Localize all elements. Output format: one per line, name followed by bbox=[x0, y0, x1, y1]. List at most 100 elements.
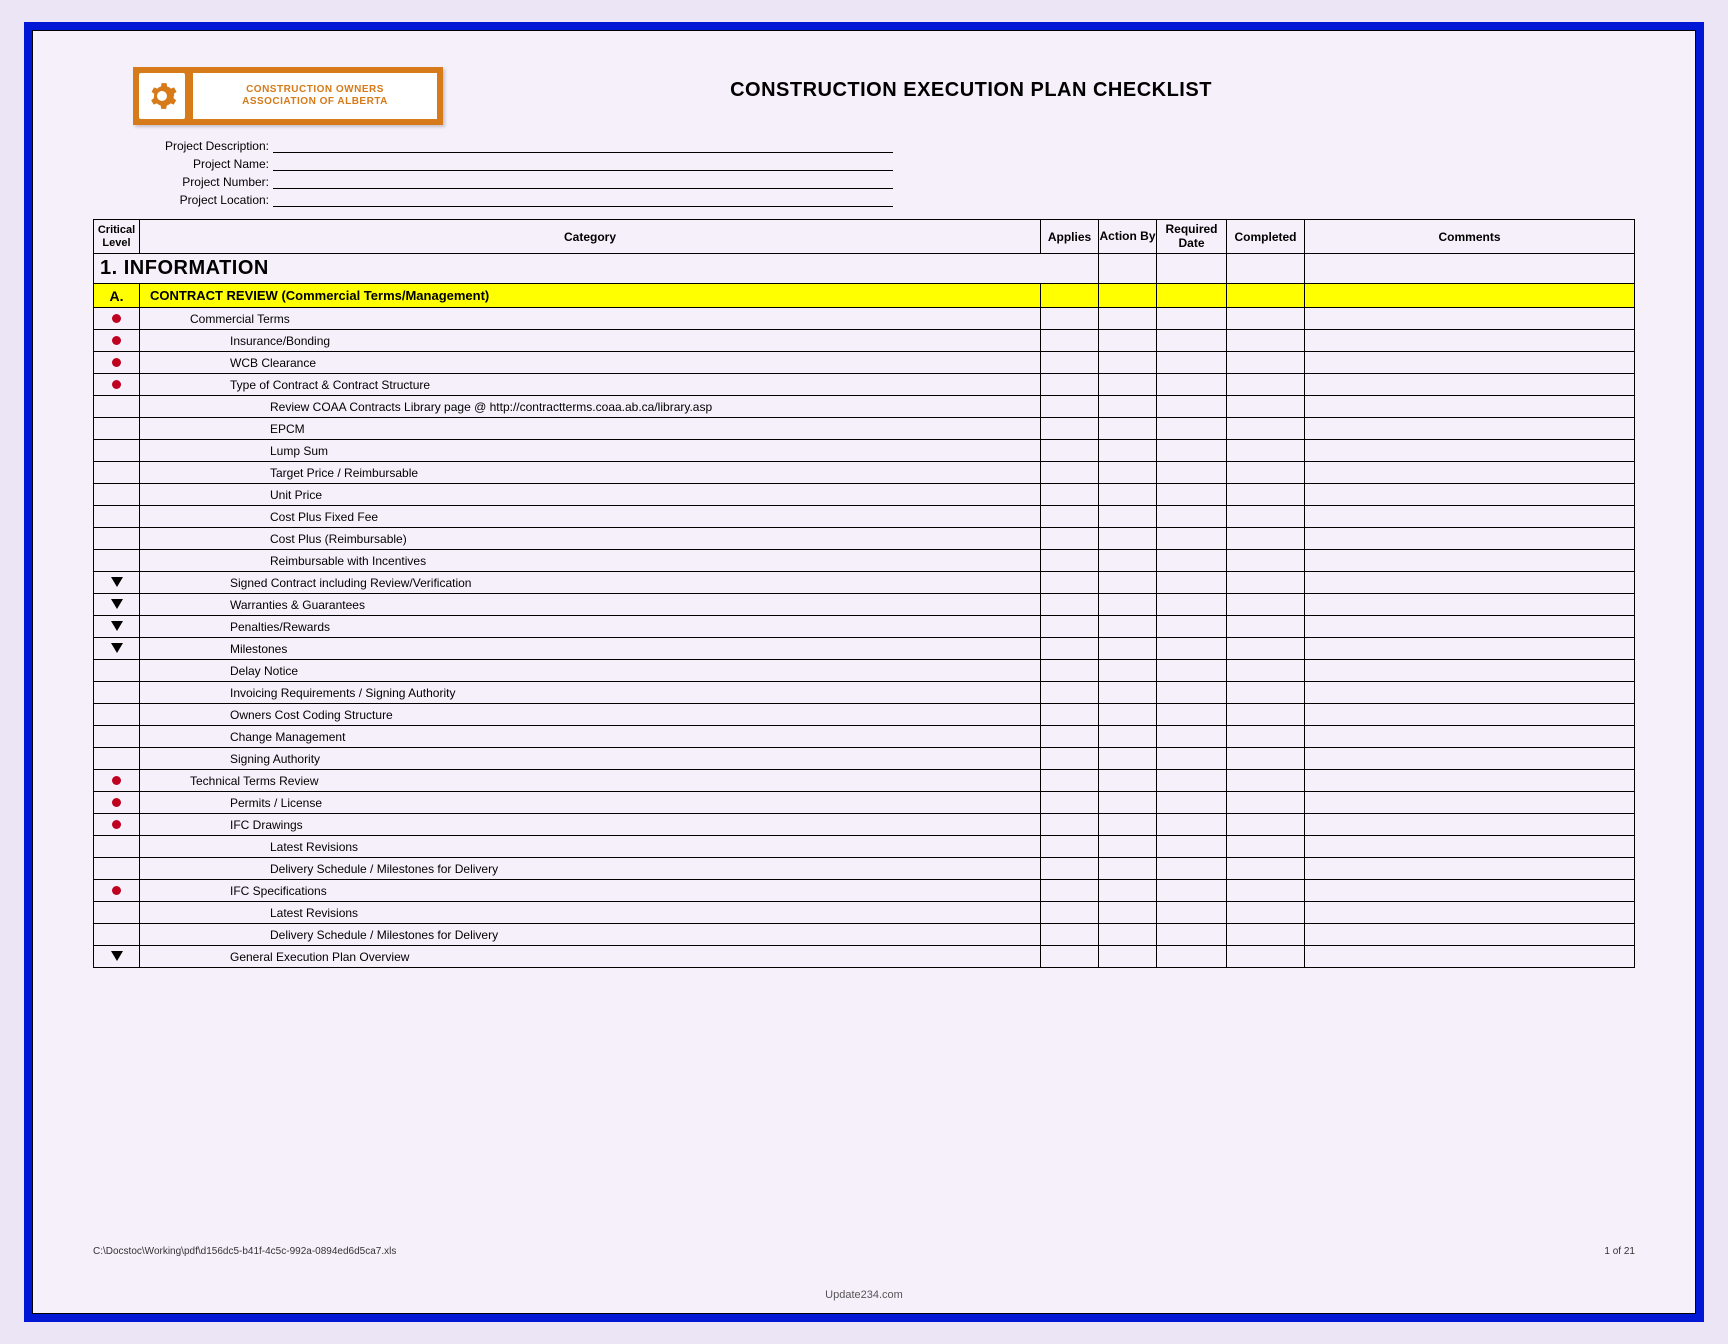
applies-cell bbox=[1041, 880, 1099, 902]
comments-cell bbox=[1305, 352, 1635, 374]
category-cell: Unit Price bbox=[140, 484, 1041, 506]
meta-label: Project Location: bbox=[143, 193, 273, 207]
comments-cell bbox=[1305, 462, 1635, 484]
required-date-cell bbox=[1157, 924, 1227, 946]
action-by-cell bbox=[1099, 352, 1157, 374]
critical-cell bbox=[94, 550, 140, 572]
critical-cell bbox=[94, 946, 140, 968]
checklist-table: Critical Level Category Applies Action B… bbox=[93, 219, 1635, 968]
action-by-cell bbox=[1099, 308, 1157, 330]
critical-triangle-icon bbox=[111, 951, 123, 961]
comments-cell bbox=[1305, 814, 1635, 836]
category-cell: Review COAA Contracts Library page @ htt… bbox=[140, 396, 1041, 418]
table-row: Cost Plus (Reimbursable) bbox=[94, 528, 1635, 550]
required-date-cell bbox=[1157, 726, 1227, 748]
critical-dot-icon bbox=[112, 336, 121, 345]
critical-triangle-icon bbox=[111, 599, 123, 609]
applies-cell bbox=[1041, 704, 1099, 726]
comments-cell bbox=[1305, 506, 1635, 528]
table-row: General Execution Plan Overview bbox=[94, 946, 1635, 968]
table-row: Owners Cost Coding Structure bbox=[94, 704, 1635, 726]
action-by-cell bbox=[1099, 374, 1157, 396]
table-row: Signing Authority bbox=[94, 748, 1635, 770]
category-cell: Signed Contract including Review/Verific… bbox=[140, 572, 1041, 594]
critical-cell bbox=[94, 858, 140, 880]
category-cell: Delay Notice bbox=[140, 660, 1041, 682]
required-date-cell bbox=[1157, 594, 1227, 616]
footer-path: C:\Docstoc\Working\pdf\d156dc5-b41f-4c5c… bbox=[93, 1246, 396, 1257]
category-cell: Penalties/Rewards bbox=[140, 616, 1041, 638]
footer: C:\Docstoc\Working\pdf\d156dc5-b41f-4c5c… bbox=[93, 1246, 1635, 1257]
required-date-cell bbox=[1157, 484, 1227, 506]
required-date-cell bbox=[1157, 418, 1227, 440]
document-page: CONSTRUCTION OWNERS ASSOCIATION OF ALBER… bbox=[32, 30, 1696, 1314]
action-by-cell bbox=[1099, 330, 1157, 352]
completed-cell bbox=[1227, 506, 1305, 528]
col-action-by: Action By bbox=[1099, 220, 1157, 254]
category-cell: Type of Contract & Contract Structure bbox=[140, 374, 1041, 396]
category-cell: General Execution Plan Overview bbox=[140, 946, 1041, 968]
table-row: Review COAA Contracts Library page @ htt… bbox=[94, 396, 1635, 418]
page-title: CONSTRUCTION EXECUTION PLAN CHECKLIST bbox=[467, 79, 1475, 102]
col-completed: Completed bbox=[1227, 220, 1305, 254]
required-date-cell bbox=[1157, 352, 1227, 374]
completed-cell bbox=[1227, 792, 1305, 814]
footer-page: 1 of 21 bbox=[1604, 1246, 1635, 1257]
subsection-letter: A. bbox=[94, 284, 140, 308]
applies-cell bbox=[1041, 440, 1099, 462]
applies-cell bbox=[1041, 528, 1099, 550]
applies-cell bbox=[1041, 836, 1099, 858]
applies-cell bbox=[1041, 330, 1099, 352]
category-cell: Signing Authority bbox=[140, 748, 1041, 770]
critical-dot-icon bbox=[112, 314, 121, 323]
completed-cell bbox=[1227, 572, 1305, 594]
logo-line2: ASSOCIATION OF ALBERTA bbox=[242, 96, 388, 108]
completed-cell bbox=[1227, 396, 1305, 418]
completed-cell bbox=[1227, 924, 1305, 946]
page-title-wrap: CONSTRUCTION EXECUTION PLAN CHECKLIST bbox=[467, 67, 1635, 102]
category-cell: Delivery Schedule / Milestones for Deliv… bbox=[140, 924, 1041, 946]
critical-cell bbox=[94, 770, 140, 792]
critical-cell bbox=[94, 902, 140, 924]
completed-cell bbox=[1227, 528, 1305, 550]
critical-cell bbox=[94, 352, 140, 374]
comments-cell bbox=[1305, 792, 1635, 814]
critical-cell bbox=[94, 484, 140, 506]
comments-cell bbox=[1305, 396, 1635, 418]
action-by-cell bbox=[1099, 572, 1157, 594]
critical-cell bbox=[94, 682, 140, 704]
applies-cell bbox=[1041, 506, 1099, 528]
table-row: IFC Drawings bbox=[94, 814, 1635, 836]
critical-cell bbox=[94, 638, 140, 660]
critical-cell bbox=[94, 462, 140, 484]
action-by-cell bbox=[1099, 770, 1157, 792]
action-by-cell bbox=[1099, 946, 1157, 968]
table-row: Delay Notice bbox=[94, 660, 1635, 682]
required-date-cell bbox=[1157, 836, 1227, 858]
col-category: Category bbox=[140, 220, 1041, 254]
category-cell: Cost Plus Fixed Fee bbox=[140, 506, 1041, 528]
gear-icon bbox=[139, 73, 185, 119]
table-body: 1. INFORMATIONA.CONTRACT REVIEW (Commerc… bbox=[94, 254, 1635, 968]
applies-cell bbox=[1041, 748, 1099, 770]
applies-cell bbox=[1041, 792, 1099, 814]
table-row: Delivery Schedule / Milestones for Deliv… bbox=[94, 924, 1635, 946]
comments-cell bbox=[1305, 484, 1635, 506]
table-row: Latest Revisions bbox=[94, 836, 1635, 858]
action-by-cell bbox=[1099, 506, 1157, 528]
meta-blank-line bbox=[273, 157, 893, 171]
subsection-title: CONTRACT REVIEW (Commercial Terms/Manage… bbox=[140, 284, 1041, 308]
table-row: IFC Specifications bbox=[94, 880, 1635, 902]
critical-dot-icon bbox=[112, 358, 121, 367]
comments-cell bbox=[1305, 374, 1635, 396]
table-row: Unit Price bbox=[94, 484, 1635, 506]
category-cell: WCB Clearance bbox=[140, 352, 1041, 374]
action-by-cell bbox=[1099, 462, 1157, 484]
required-date-cell bbox=[1157, 660, 1227, 682]
action-by-cell bbox=[1099, 792, 1157, 814]
meta-row: Project Name: bbox=[143, 153, 1635, 171]
required-date-cell bbox=[1157, 902, 1227, 924]
required-date-cell bbox=[1157, 572, 1227, 594]
required-date-cell bbox=[1157, 550, 1227, 572]
table-row: Change Management bbox=[94, 726, 1635, 748]
